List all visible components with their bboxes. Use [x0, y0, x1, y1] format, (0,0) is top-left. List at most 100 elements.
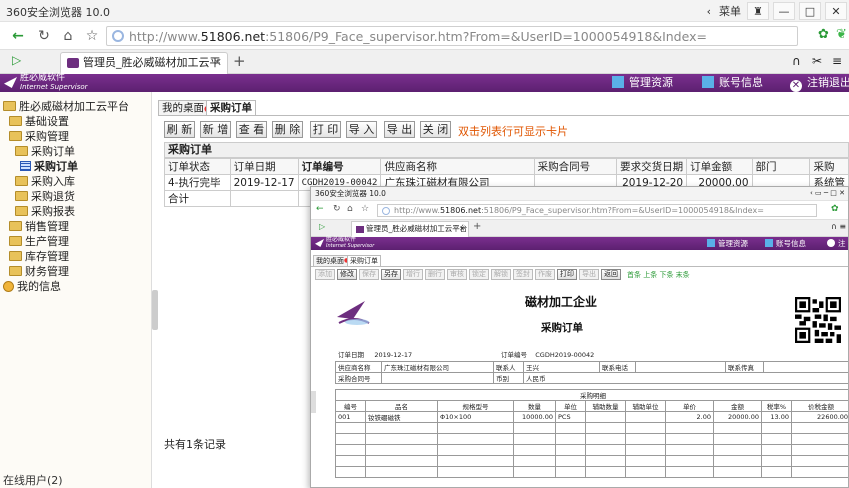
tree-item-purchase-order-folder[interactable]: 采购订单: [15, 145, 75, 158]
inset-void-button[interactable]: 作废: [535, 269, 555, 280]
online-users[interactable]: 在线用户(2): [3, 472, 63, 488]
col-header[interactable]: 订单日期: [229, 158, 299, 175]
inset-add-row-button[interactable]: 增行: [403, 269, 423, 280]
tree-item-finance-mgmt[interactable]: 财务管理: [9, 265, 69, 278]
col-header[interactable]: 部门: [751, 158, 811, 175]
detail-cell: Φ10×100: [437, 411, 514, 423]
shirt-icon[interactable]: ♜: [747, 2, 769, 20]
col-header[interactable]: 要求交货日期: [616, 158, 688, 175]
inset-back-icon[interactable]: ←: [316, 204, 324, 214]
inset-headset-icon[interactable]: ∩ ≡: [831, 222, 846, 231]
inset-add-button[interactable]: 添加: [315, 269, 335, 280]
tree-item-purchase-order[interactable]: 采购订单: [20, 160, 78, 173]
inset-approve-button[interactable]: 审核: [447, 269, 467, 280]
print-button[interactable]: 打 印: [310, 121, 341, 138]
import-button[interactable]: 导 入: [346, 121, 377, 138]
col-header[interactable]: 采购合同号: [533, 158, 618, 175]
inset-export-button[interactable]: 导出: [579, 269, 599, 280]
inset-address-bar[interactable]: http://www.51806.net:51806/P9_Face_super…: [377, 204, 817, 217]
tree-item-basic-settings[interactable]: 基础设置: [9, 115, 69, 128]
col-header[interactable]: 供应商名称: [380, 158, 535, 175]
inset-delete-row-button[interactable]: 删行: [425, 269, 445, 280]
close-button[interactable]: 关 闭: [420, 121, 451, 138]
detail-cell: [625, 411, 666, 423]
inset-splitter[interactable]: [311, 391, 316, 413]
tree-item-my-info[interactable]: 我的信息: [3, 280, 61, 293]
folder-icon: [9, 131, 22, 141]
detail-cell: PCS: [555, 411, 586, 423]
view-button[interactable]: 查 看: [236, 121, 267, 138]
new-tab-icon[interactable]: +: [233, 52, 246, 70]
resources-icon: [612, 76, 624, 88]
inset-unlock-button[interactable]: 解锁: [491, 269, 511, 280]
resources-icon: [707, 239, 715, 247]
inset-manage-resources-button[interactable]: 管理资源: [707, 238, 748, 249]
inset-save-button[interactable]: 保存: [359, 269, 379, 280]
inset-account-info-button[interactable]: 账号信息: [765, 238, 806, 249]
inset-edit-button[interactable]: 修改: [337, 269, 357, 280]
menu-button[interactable]: 菜单: [719, 3, 741, 19]
inset-tab-purchase-order[interactable]: 采购订单: [347, 255, 381, 266]
col-header[interactable]: 采购: [809, 158, 849, 175]
tree-item-purchase-return[interactable]: 采购退货: [15, 190, 75, 203]
tab-purchase-order[interactable]: 采购订单: [206, 100, 256, 116]
cut-icon[interactable]: ✂: [812, 54, 822, 68]
account-icon: [765, 239, 773, 247]
more-icon[interactable]: ≡: [832, 54, 842, 68]
tree-item-label: 采购订单: [34, 160, 78, 173]
maximize-button[interactable]: □: [799, 2, 821, 20]
home-icon[interactable]: ⌂: [58, 27, 78, 45]
inset-lock-button[interactable]: 锁定: [469, 269, 489, 280]
tree-item-purchase-report[interactable]: 采购报表: [15, 205, 75, 218]
address-bar[interactable]: http://www.51806.net:51806/P9_Face_super…: [106, 26, 798, 46]
inset-record-nav-links[interactable]: 首条 上条 下条 末条: [627, 270, 690, 280]
tree-item-label: 我的信息: [17, 280, 61, 293]
add-button[interactable]: 新 增: [200, 121, 231, 138]
tree-item-purchase-mgmt[interactable]: 采购管理: [9, 130, 69, 143]
account-info-button[interactable]: 账号信息: [702, 76, 763, 90]
refresh-button[interactable]: 刷 新: [164, 121, 195, 138]
col-header[interactable]: 订单状态: [164, 158, 231, 175]
url-prefix: http://www.: [129, 29, 201, 44]
inset-home-icon[interactable]: ⌂: [347, 204, 353, 214]
minimize-button[interactable]: —: [773, 2, 795, 20]
back-arrow-icon[interactable]: ‹: [707, 5, 711, 18]
inset-logout-button[interactable]: 注: [827, 238, 846, 249]
tree-item-inventory-mgmt[interactable]: 库存管理: [9, 250, 69, 263]
close-window-button[interactable]: ✕: [825, 2, 847, 20]
inset-save-as-button[interactable]: 另存: [381, 269, 401, 280]
export-button[interactable]: 导 出: [384, 121, 415, 138]
col-header[interactable]: 订单编号: [297, 158, 382, 175]
shield-icon[interactable]: ✿: [818, 27, 829, 42]
inset-return-button[interactable]: 返回: [601, 269, 621, 280]
tree-item-sales-mgmt[interactable]: 销售管理: [9, 220, 69, 233]
inset-star-icon[interactable]: ☆: [361, 204, 369, 214]
detail-title: 采购明细: [334, 389, 848, 401]
leaf-icon[interactable]: ❦: [836, 27, 847, 42]
refresh-icon[interactable]: ↻: [34, 27, 54, 45]
sidebar-toggle-icon[interactable]: ▷: [12, 53, 21, 67]
delete-button[interactable]: 删 除: [272, 121, 303, 138]
inset-shield-icon[interactable]: ✿: [831, 204, 839, 214]
table-row: [335, 455, 848, 467]
inset-new-tab-icon[interactable]: +: [473, 221, 481, 232]
inset-seal-button[interactable]: 签封: [513, 269, 533, 280]
col-header[interactable]: 订单金额: [686, 158, 753, 175]
close-tab-icon[interactable]: ✕: [459, 222, 465, 236]
back-icon[interactable]: ←: [8, 27, 28, 45]
tree-item-label: 库存管理: [25, 250, 69, 263]
logout-button[interactable]: ✕ 注销退出: [790, 76, 849, 92]
close-tab-icon[interactable]: ✕: [213, 53, 222, 73]
star-icon[interactable]: ☆: [82, 27, 102, 45]
tree-item-purchase-inbound[interactable]: 采购入库: [15, 175, 75, 188]
headset-icon[interactable]: ∩: [792, 54, 801, 68]
inset-window-controls[interactable]: ‹ ▭ ─ □ ✕: [810, 187, 845, 200]
browser-tab[interactable]: 管理员_胜必威磁材加工云平台 ✕: [60, 52, 228, 89]
inset-refresh-icon[interactable]: ↻: [333, 204, 341, 214]
inset-sidebar-toggle-icon[interactable]: ▷: [319, 222, 325, 231]
tree-root[interactable]: 胜必威磁材加工云平台: [3, 100, 129, 113]
manage-resources-button[interactable]: 管理资源: [612, 76, 673, 90]
tree-item-production-mgmt[interactable]: 生产管理: [9, 235, 69, 248]
inset-browser-tab[interactable]: 管理员_胜必威磁材加工云平台 ✕: [351, 221, 469, 237]
inset-print-button[interactable]: 打印: [557, 269, 577, 280]
